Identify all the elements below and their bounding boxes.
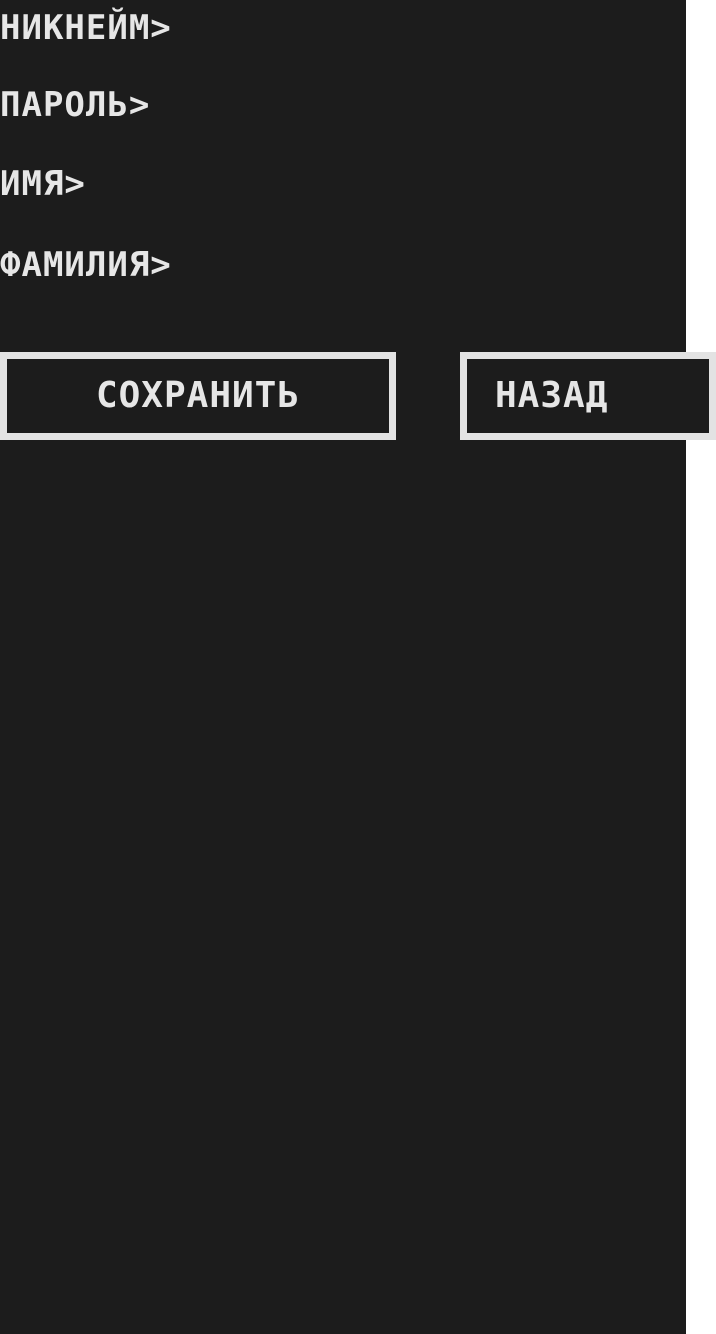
back-button[interactable]: НАЗАД <box>460 352 716 440</box>
name-field-label[interactable]: ИМЯ> <box>0 164 86 204</box>
profile-edit-screen: НИКНЕЙМ> ПАРОЛЬ> ИМЯ> ФАМИЛИЯ> <box>0 0 686 1334</box>
save-button[interactable]: СОХРАНИТЬ <box>0 352 396 440</box>
surname-field-label[interactable]: ФАМИЛИЯ> <box>0 245 172 285</box>
password-field-label[interactable]: ПАРОЛЬ> <box>0 85 150 125</box>
nickname-field-label[interactable]: НИКНЕЙМ> <box>0 8 172 48</box>
